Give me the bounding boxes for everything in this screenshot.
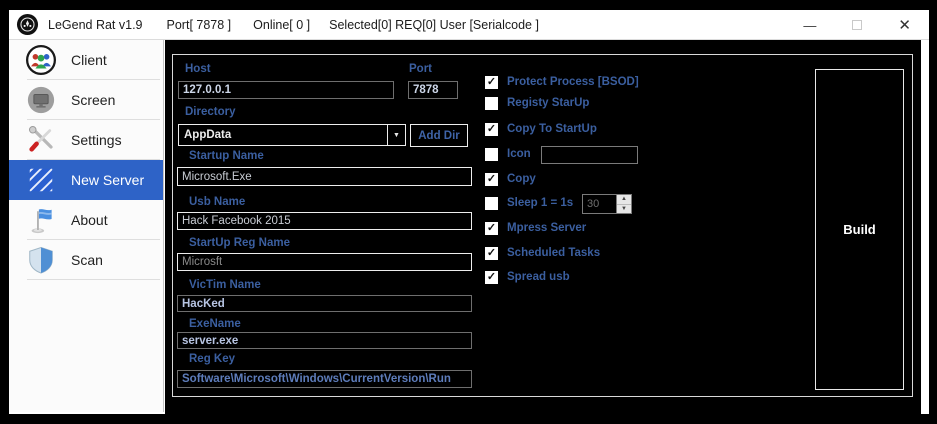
startup-name-label: Startup Name [189, 150, 264, 162]
option-spread-usb: ✓ Spread usb [485, 269, 570, 285]
flag-icon [25, 204, 57, 236]
checkbox-checked-icon[interactable]: ✓ [485, 270, 498, 284]
window-controls: — ✕ [803, 10, 911, 40]
close-icon[interactable]: ✕ [898, 18, 911, 33]
monitor-icon [25, 84, 57, 116]
sidebar-item-about[interactable]: About [9, 200, 163, 240]
checkbox-checked-icon[interactable]: ✓ [485, 122, 498, 136]
option-label: Icon [507, 148, 531, 160]
titlebar-online: Online[ 0 ] [253, 17, 311, 32]
people-icon [25, 44, 57, 76]
server-settings-groupbox: Host Port Directory AppData ▼ Add Dir St… [172, 54, 913, 397]
checkbox-checked-icon[interactable]: ✓ [485, 246, 498, 260]
reg-key-input[interactable] [177, 370, 472, 388]
option-mpress-server: ✓ Mpress Server [485, 220, 586, 236]
sidebar-item-label: About [71, 212, 108, 228]
checkbox-unchecked-icon[interactable] [485, 96, 498, 110]
reg-key-label: Reg Key [189, 353, 236, 365]
window-frame: LeGend Rat v1.9 Port[ 7878 ] Online[ 0 ]… [9, 10, 929, 414]
option-copy: ✓ Copy [485, 171, 536, 187]
option-protect-process: ✓ Protect Process [BSOD] [485, 74, 639, 90]
stepper-up-icon[interactable]: ▲ [617, 195, 631, 205]
sidebar-item-label: Client [71, 52, 107, 68]
option-registry-startup: Registy StarUp [485, 95, 589, 111]
app-window: LeGend Rat v1.9 Port[ 7878 ] Online[ 0 ]… [0, 0, 937, 424]
directory-label: Directory [185, 106, 236, 118]
sidebar-item-label: New Server [71, 172, 145, 188]
option-label: Scheduled Tasks [507, 247, 601, 259]
checkbox-checked-icon[interactable]: ✓ [485, 75, 498, 89]
hatched-box-icon [25, 164, 57, 196]
sidebar-item-scan[interactable]: Scan [9, 240, 163, 280]
option-copy-to-startup: ✓ Copy To StartUp [485, 121, 597, 137]
sidebar-item-screen[interactable]: Screen [9, 80, 163, 120]
option-label: Registy StarUp [507, 97, 590, 109]
startup-reg-name-input[interactable] [177, 253, 472, 271]
sidebar: Client Screen Settings New Server About … [9, 40, 164, 412]
app-title: LeGend Rat v1.9 [48, 17, 143, 32]
startup-reg-name-label: StartUp Reg Name [189, 237, 290, 249]
titlebar: LeGend Rat v1.9 Port[ 7878 ] Online[ 0 ]… [9, 10, 929, 40]
directory-dropdown-value: AppData [184, 129, 232, 141]
sidebar-item-new-server[interactable]: New Server [9, 160, 163, 200]
app-logo-icon [16, 13, 39, 36]
titlebar-status: Selected[0] REQ[0] User [Serialcode ] [329, 17, 539, 32]
host-label: Host [185, 63, 211, 75]
option-label: Spread usb [507, 271, 570, 283]
sleep-seconds-value[interactable]: 30 [583, 195, 616, 213]
stepper-buttons: ▲ ▼ [616, 195, 631, 213]
checkbox-unchecked-icon[interactable] [485, 196, 498, 210]
tools-icon [25, 124, 57, 156]
checkbox-unchecked-icon[interactable] [485, 147, 498, 161]
option-label: Protect Process [BSOD] [507, 76, 639, 88]
option-sleep: Sleep 1 = 1s [485, 195, 573, 211]
host-input[interactable] [178, 81, 394, 99]
maximize-icon [852, 20, 863, 30]
usb-name-input[interactable] [177, 212, 472, 230]
sidebar-item-label: Scan [71, 252, 103, 268]
victim-name-input[interactable] [177, 295, 472, 312]
minimize-icon[interactable]: — [803, 19, 816, 32]
sidebar-item-settings[interactable]: Settings [9, 120, 163, 160]
checkbox-checked-icon[interactable]: ✓ [485, 221, 498, 235]
chevron-down-icon[interactable]: ▼ [387, 125, 405, 145]
checkbox-checked-icon[interactable]: ✓ [485, 172, 498, 186]
option-icon: Icon [485, 146, 531, 162]
port-label: Port [409, 63, 432, 75]
option-label: Sleep 1 = 1s [507, 197, 574, 209]
usb-name-label: Usb Name [189, 196, 246, 208]
sidebar-item-label: Screen [71, 92, 116, 108]
port-input[interactable] [408, 81, 458, 99]
sidebar-item-label: Settings [71, 132, 122, 148]
shield-icon [25, 244, 57, 276]
option-label: Mpress Server [507, 222, 587, 234]
titlebar-port: Port[ 7878 ] [166, 17, 232, 32]
directory-dropdown[interactable]: AppData ▼ [178, 124, 406, 146]
victim-name-label: VicTim Name [189, 279, 261, 291]
startup-name-input[interactable] [177, 167, 472, 186]
stepper-down-icon[interactable]: ▼ [617, 204, 631, 213]
icon-path-input[interactable] [541, 146, 638, 164]
add-dir-button[interactable]: Add Dir [410, 124, 468, 147]
option-label: Copy [507, 173, 536, 185]
sidebar-item-client[interactable]: Client [9, 40, 163, 80]
option-label: Copy To StartUp [507, 123, 597, 135]
content-area: Client Screen Settings New Server About … [9, 40, 929, 414]
sleep-seconds-stepper: 30 ▲ ▼ [582, 194, 632, 214]
exe-name-input[interactable] [177, 332, 472, 349]
option-scheduled-tasks: ✓ Scheduled Tasks [485, 245, 600, 261]
exe-name-label: ExeName [189, 318, 241, 330]
main-panel: Host Port Directory AppData ▼ Add Dir St… [165, 40, 921, 414]
build-button[interactable]: Build [815, 69, 904, 390]
